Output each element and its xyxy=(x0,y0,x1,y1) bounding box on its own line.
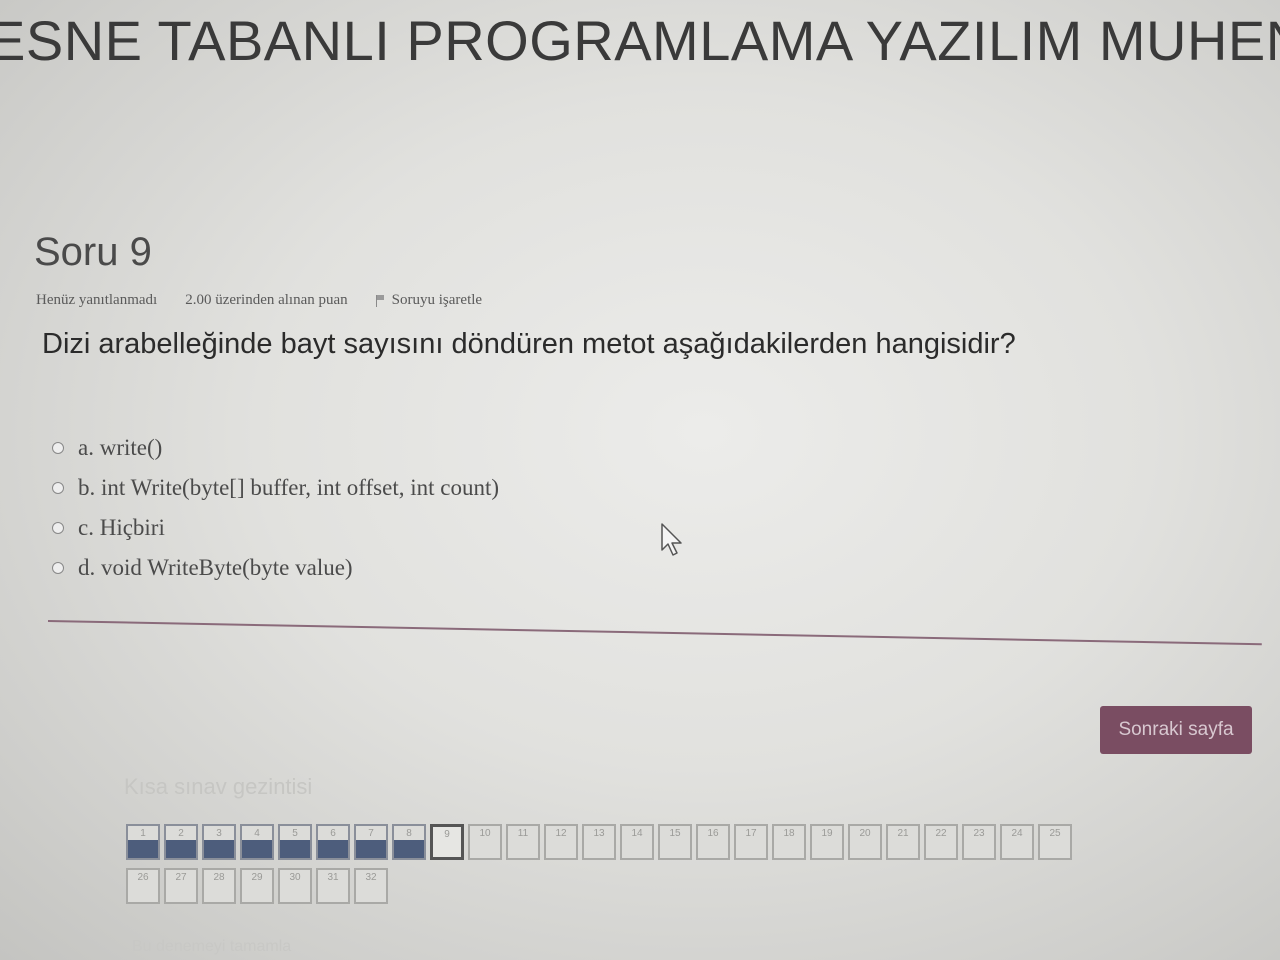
quiz-nav-button-2[interactable]: 2 xyxy=(164,824,198,860)
quiz-nav-button-3[interactable]: 3 xyxy=(202,824,236,860)
quiz-nav-button-21[interactable]: 21 xyxy=(886,824,920,860)
question-text: Dizi arabelleğinde bayt sayısını döndüre… xyxy=(42,328,1016,360)
answer-label: c. Hiçbiri xyxy=(78,515,165,540)
quiz-nav-button-28[interactable]: 28 xyxy=(202,868,236,904)
course-title: ESNE TABANLI PROGRAMLAMA YAZILIM MUHENDİ xyxy=(0,9,1280,72)
quiz-nav-button-5[interactable]: 5 xyxy=(278,824,312,860)
next-page-button[interactable]: Sonraki sayfa xyxy=(1100,706,1252,754)
radio-button[interactable] xyxy=(52,442,64,454)
quiz-navigation-grid: 1 2 3 4 5 6 7 8 9 10 11 12 13 14 15 16 17 18 19 20 21 22 23 24 2… xyxy=(126,824,1186,912)
quiz-nav-button-10[interactable]: 10 xyxy=(468,824,502,860)
question-info: Henüz yanıtlanmadı 2.00 üzerinden alınan… xyxy=(36,292,482,309)
quiz-nav-button-25[interactable]: 25 xyxy=(1038,824,1072,860)
quiz-nav-button-26[interactable]: 26 xyxy=(126,868,160,904)
question-number: Soru 9 xyxy=(34,230,152,274)
quiz-nav-button-31[interactable]: 31 xyxy=(316,868,350,904)
radio-button[interactable] xyxy=(52,522,64,534)
quiz-nav-button-20[interactable]: 20 xyxy=(848,824,882,860)
finish-attempt-link[interactable]: Bu denemeyi tamamla xyxy=(132,938,291,956)
quiz-nav-button-19[interactable]: 19 xyxy=(810,824,844,860)
radio-button[interactable] xyxy=(52,482,64,494)
radio-button[interactable] xyxy=(52,562,64,574)
quiz-nav-button-9[interactable]: 9 xyxy=(430,824,464,860)
quiz-nav-button-11[interactable]: 11 xyxy=(506,824,540,860)
quiz-nav-button-12[interactable]: 12 xyxy=(544,824,578,860)
flag-icon xyxy=(375,294,386,307)
quiz-nav-button-23[interactable]: 23 xyxy=(962,824,996,860)
quiz-nav-button-17[interactable]: 17 xyxy=(734,824,768,860)
answer-label: d. void WriteByte(byte value) xyxy=(78,555,353,580)
quiz-navigation-row: 26 27 28 29 30 31 32 xyxy=(126,868,1186,904)
question-points: 2.00 üzerinden alınan puan xyxy=(185,292,348,308)
answer-label: b. int Write(byte[] buffer, int offset, … xyxy=(78,475,499,500)
answer-label: a. write() xyxy=(78,435,163,460)
quiz-nav-button-30[interactable]: 30 xyxy=(278,868,312,904)
quiz-nav-button-22[interactable]: 22 xyxy=(924,824,958,860)
answer-option-c[interactable]: c. Hiçbiri xyxy=(52,508,499,548)
flag-question-label: Soruyu işaretle xyxy=(391,292,483,308)
quiz-nav-button-7[interactable]: 7 xyxy=(354,824,388,860)
quiz-navigation-title: Kısa sınav gezintisi xyxy=(124,774,313,799)
flag-question-link[interactable]: Soruyu işaretle xyxy=(375,292,483,309)
answer-option-a[interactable]: a. write() xyxy=(52,428,499,468)
answer-option-b[interactable]: b. int Write(byte[] buffer, int offset, … xyxy=(52,468,499,508)
quiz-nav-button-15[interactable]: 15 xyxy=(658,824,692,860)
divider xyxy=(47,620,1262,646)
answer-options: a. write() b. int Write(byte[] buffer, i… xyxy=(52,428,499,588)
quiz-page: ESNE TABANLI PROGRAMLAMA YAZILIM MUHENDİ… xyxy=(0,0,1280,960)
quiz-nav-button-4[interactable]: 4 xyxy=(240,824,274,860)
quiz-nav-button-6[interactable]: 6 xyxy=(316,824,350,860)
quiz-navigation-row: 1 2 3 4 5 6 7 8 9 10 11 12 13 14 15 16 17 18 19 20 21 22 23 24 2… xyxy=(126,824,1186,860)
answer-option-d[interactable]: d. void WriteByte(byte value) xyxy=(52,548,499,588)
quiz-nav-button-29[interactable]: 29 xyxy=(240,868,274,904)
quiz-nav-button-8[interactable]: 8 xyxy=(392,824,426,860)
question-status: Henüz yanıtlanmadı xyxy=(36,292,158,308)
quiz-nav-button-24[interactable]: 24 xyxy=(1000,824,1034,860)
quiz-nav-button-16[interactable]: 16 xyxy=(696,824,730,860)
quiz-nav-button-32[interactable]: 32 xyxy=(354,868,388,904)
quiz-nav-button-13[interactable]: 13 xyxy=(582,824,616,860)
quiz-nav-button-1[interactable]: 1 xyxy=(126,824,160,860)
quiz-nav-button-14[interactable]: 14 xyxy=(620,824,654,860)
mouse-cursor-icon xyxy=(661,523,682,556)
quiz-nav-button-18[interactable]: 18 xyxy=(772,824,806,860)
quiz-nav-button-27[interactable]: 27 xyxy=(164,868,198,904)
